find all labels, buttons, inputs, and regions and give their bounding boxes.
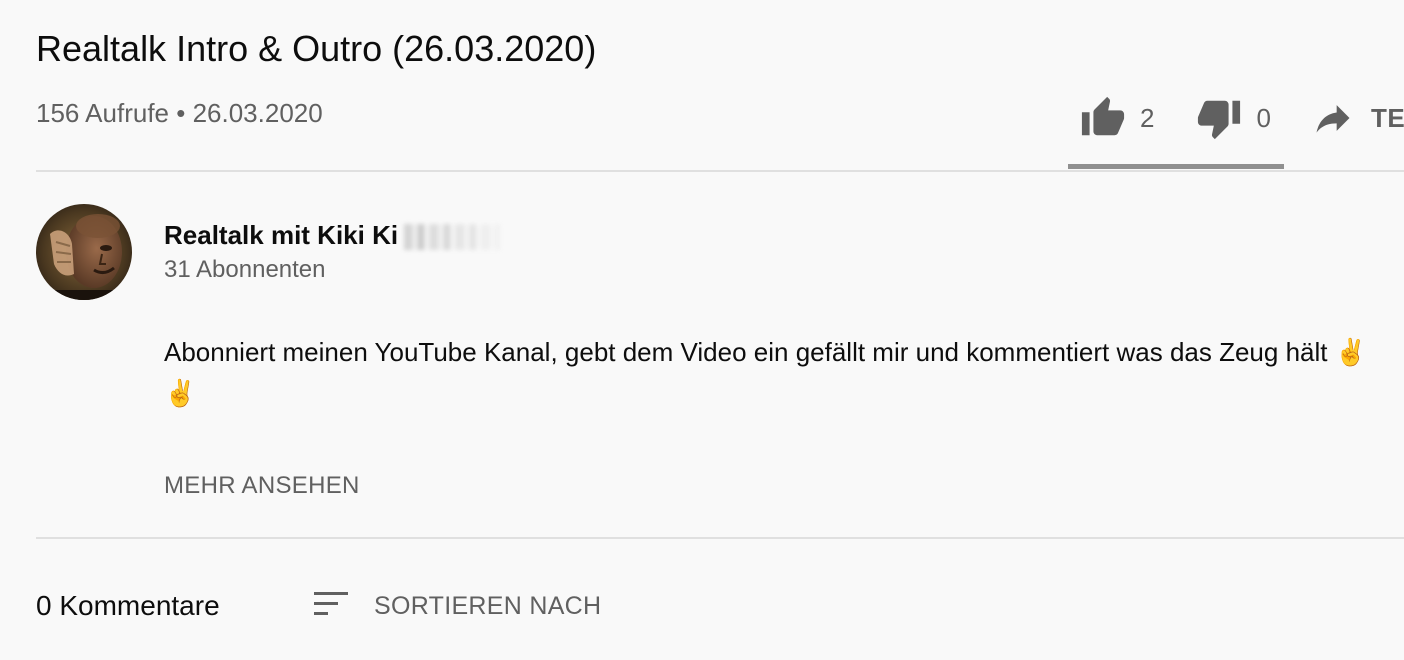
divider — [36, 537, 1404, 539]
upload-date: 26.03.2020 — [192, 98, 323, 128]
show-more-button[interactable]: MEHR ANSEHEN — [164, 472, 360, 500]
thumbs-down-icon — [1196, 95, 1242, 141]
video-info-page: Realtalk Intro & Outro (26.03.2020) 156 … — [0, 0, 1404, 660]
meta-separator: • — [176, 98, 186, 128]
view-count: 156 Aufrufe — [36, 98, 169, 128]
sort-label: SORTIEREN NACH — [374, 591, 602, 620]
share-button[interactable]: TEILEN — [1311, 88, 1404, 148]
channel-name[interactable]: Realtalk mit Kiki Ki — [164, 220, 398, 251]
video-title: Realtalk Intro & Outro (26.03.2020) — [36, 28, 597, 69]
channel-avatar[interactable] — [36, 204, 132, 300]
thumbs-up-icon — [1080, 95, 1126, 141]
divider — [36, 170, 1404, 172]
comment-count: 0 Kommentare — [36, 590, 220, 621]
video-actions: 2 0 TEILEN — [1068, 88, 1404, 170]
redacted-name-blur — [404, 224, 500, 250]
like-button[interactable]: 2 — [1080, 88, 1154, 148]
sentiment-bar — [1068, 164, 1284, 169]
share-label: TEILEN — [1370, 102, 1404, 133]
like-count: 2 — [1140, 102, 1155, 133]
dislike-button[interactable]: 0 — [1196, 88, 1271, 148]
subscriber-count: 31 Abonnenten — [164, 256, 326, 283]
sort-icon — [312, 590, 350, 623]
video-description: Abonniert meinen YouTube Kanal, gebt dem… — [164, 337, 1368, 408]
video-meta: 156 Aufrufe • 26.03.2020 — [36, 98, 323, 129]
sort-button[interactable]: SORTIEREN NACH — [312, 588, 601, 624]
dislike-count: 0 — [1256, 102, 1271, 133]
share-arrow-icon — [1311, 96, 1355, 140]
